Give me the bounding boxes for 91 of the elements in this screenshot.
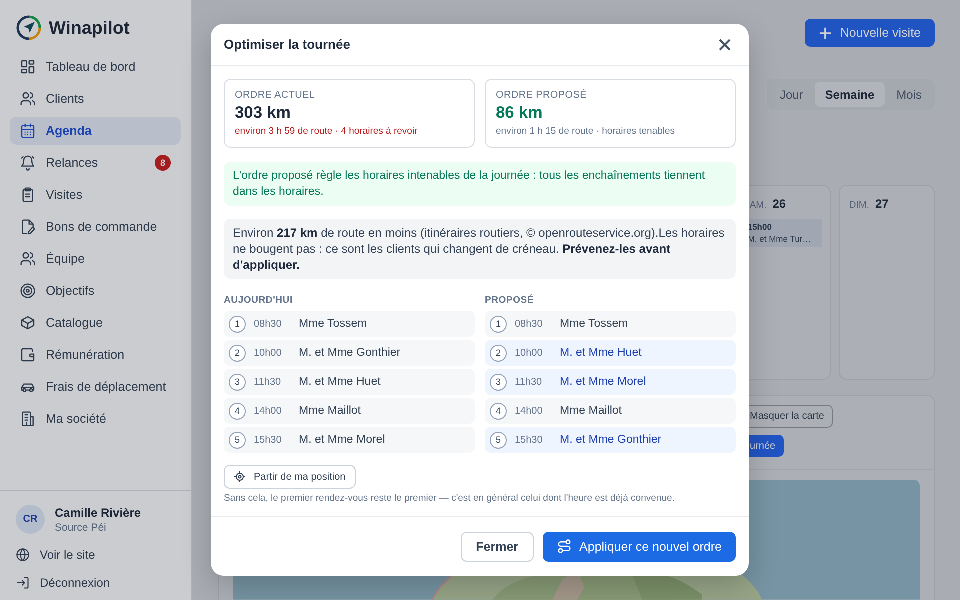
- day-number: 26: [772, 197, 786, 211]
- client-name: M. et Mme Gonthier: [560, 434, 662, 446]
- client-name: M. et Mme Huet: [299, 376, 381, 388]
- route-icon: [556, 539, 572, 554]
- info-note: Environ 217 km de route en moins (itinéraires routiers, © openrouteservice.org).Les horaires ne bougent pas : ce sont les clients qui changent de créneau. Prévenez-les avant d'appliquer.: [224, 219, 736, 279]
- sidebar-item[interactable]: Bons de commande: [10, 213, 181, 241]
- visit-time: 11h30: [515, 376, 544, 388]
- success-note: L'ordre proposé règle les horaires intenables de la journée : tous les enchaînements tiennent dans les horaires.: [224, 162, 736, 206]
- summary-detail: environ 1 h 15 de route · horaires tenables: [496, 126, 676, 137]
- client-name: M. et Mme Morel: [299, 434, 386, 446]
- distance-value: 303 km: [235, 104, 292, 123]
- close-dialog-button[interactable]: Fermer: [461, 532, 534, 562]
- order-number: 5: [490, 432, 507, 448]
- clipboard-icon: [20, 187, 36, 203]
- client-name: Mme Tossem: [560, 318, 628, 330]
- user-name: Camille Rivière: [55, 506, 142, 520]
- visit-time: 14h00: [254, 406, 283, 416]
- logout-icon: [16, 576, 30, 590]
- column-heading: PROPOSÉ: [485, 295, 536, 306]
- sidebar-item[interactable]: Tableau de bord: [10, 53, 181, 81]
- company-name: Source Péi: [55, 522, 108, 534]
- visit-time: 10h00: [254, 348, 283, 358]
- globe-icon: [16, 548, 30, 562]
- sidebar-item[interactable]: Ma société: [10, 405, 181, 433]
- day-number: 27: [875, 197, 889, 211]
- close-button[interactable]: [717, 36, 733, 52]
- user-avatar: CR: [16, 505, 45, 534]
- order-number: 3: [490, 374, 507, 390]
- team-icon: [20, 251, 36, 267]
- sidebar-item[interactable]: Agenda: [10, 117, 181, 145]
- crosshair-icon: [234, 471, 246, 483]
- target-icon: [20, 283, 36, 299]
- distance-value: 86 km: [496, 104, 544, 123]
- order-number: 1: [229, 316, 246, 332]
- document-pen-icon: [20, 219, 36, 235]
- sidebar-item[interactable]: Clients: [10, 85, 181, 113]
- order-number: 4: [490, 402, 507, 420]
- package-icon: [20, 315, 36, 331]
- order-number: 5: [229, 432, 246, 448]
- visit-time: 14h00: [515, 406, 544, 416]
- brand-name: Winapilot: [49, 18, 130, 38]
- visit-time: 15h30: [515, 434, 544, 446]
- summary-label: ORDRE ACTUEL: [235, 90, 316, 101]
- order-number: 1: [490, 316, 507, 332]
- weekday-label: DIM.: [849, 200, 870, 211]
- visit-time: 10h00: [515, 348, 544, 358]
- plus-icon: [819, 26, 832, 40]
- sidebar-link[interactable]: Déconnexion: [16, 576, 175, 590]
- wallet-icon: [20, 347, 36, 363]
- bell-icon: [20, 155, 36, 171]
- column-heading: AUJOURD'HUI: [224, 295, 294, 306]
- users-icon: [20, 91, 36, 107]
- calendar-icon: [20, 123, 36, 139]
- visit-time: 08h30: [515, 318, 544, 330]
- order-number: 2: [490, 344, 507, 362]
- dialog-title: Optimiser la tournée: [224, 37, 350, 52]
- count-badge: 8: [155, 155, 171, 171]
- client-name: M. et Mme Gonthier: [299, 347, 401, 359]
- close-icon: [717, 36, 733, 52]
- weekday-label: AM.: [750, 200, 767, 211]
- sidebar-item[interactable]: Frais de déplacement: [10, 373, 181, 401]
- client-name: M. et Mme Morel: [560, 376, 646, 388]
- start-position-button[interactable]: Partir de ma position: [224, 465, 356, 489]
- client-name: Mme Maillot: [299, 405, 361, 417]
- client-name: Mme Tossem: [299, 318, 368, 330]
- logo-icon: [16, 15, 42, 41]
- sidebar-item[interactable]: Relances 8: [10, 149, 181, 177]
- order-number: 2: [229, 344, 246, 362]
- hint-text: Sans cela, le premier rendez-vous reste le premier — c'est en général celui dont l'heure est déjà convenue.: [224, 493, 676, 504]
- new-visit-button[interactable]: Nouvelle visite: [805, 19, 935, 47]
- client-name: M. et Mme Huet: [560, 347, 642, 359]
- order-number: 3: [229, 374, 246, 390]
- sidebar-link[interactable]: Voir le site: [16, 548, 175, 562]
- summary-label: ORDRE PROPOSÉ: [496, 90, 588, 101]
- client-name: Mme Maillot: [560, 405, 622, 417]
- dashboard-icon: [20, 59, 36, 75]
- sidebar-item[interactable]: Visites: [10, 181, 181, 209]
- view-tab[interactable]: Jour: [770, 82, 814, 107]
- apply-button[interactable]: Appliquer ce nouvel ordre: [542, 532, 736, 562]
- sidebar-item[interactable]: Rémunération: [10, 341, 181, 369]
- visit-time: 15h30: [254, 434, 283, 446]
- order-number: 4: [229, 402, 246, 420]
- sidebar-item[interactable]: Objectifs: [10, 277, 181, 305]
- view-tab[interactable]: Mois: [886, 82, 932, 107]
- visit-time: 11h30: [254, 376, 282, 388]
- sidebar-item[interactable]: Catalogue: [10, 309, 181, 337]
- sidebar-item[interactable]: Équipe: [10, 245, 181, 273]
- visit-time: 08h30: [254, 318, 283, 330]
- building-icon: [20, 411, 36, 427]
- summary-detail: environ 3 h 59 de route · 4 horaires à revoir: [235, 126, 419, 137]
- view-tab[interactable]: Semaine: [815, 82, 885, 107]
